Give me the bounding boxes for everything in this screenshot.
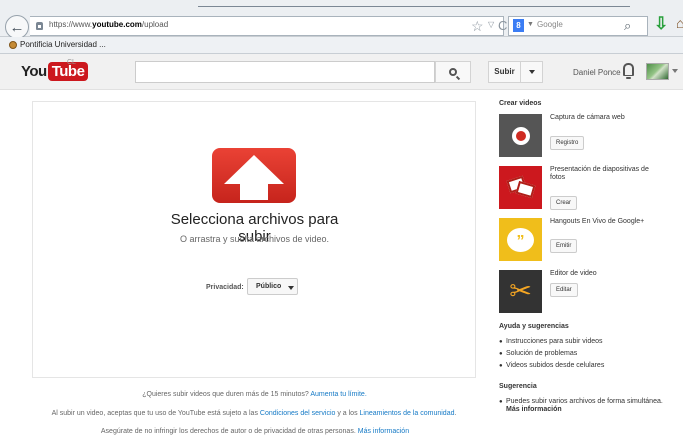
url-text: https://www.youtube.com/upload bbox=[49, 20, 169, 29]
record-button[interactable]: Registro bbox=[550, 136, 585, 150]
region-label: CL bbox=[67, 59, 76, 66]
suggestion-text: ● Puedes subir varios archivos de forma s… bbox=[499, 398, 663, 413]
suggestion-more-info-link[interactable]: Más información bbox=[506, 406, 562, 413]
youtube-logo[interactable]: You Tube bbox=[21, 62, 89, 81]
upload-arrow-stem bbox=[240, 183, 268, 200]
lock-icon bbox=[36, 22, 43, 30]
slideshow-tool: Presentación de diapositivas de fotos Cr… bbox=[499, 166, 683, 210]
upload-arrow-head bbox=[224, 155, 284, 184]
webcam-record-icon[interactable] bbox=[499, 114, 542, 157]
privacy-label: Privacidad: bbox=[206, 284, 244, 291]
search-icon bbox=[449, 68, 457, 76]
help-title: Ayuda y sugerencias bbox=[499, 323, 569, 330]
tool-label: Hangouts En Vivo de Google+ bbox=[550, 218, 645, 225]
tool-label: Presentación de diapositivas de fotos bbox=[550, 166, 649, 181]
privacy-value: Público bbox=[256, 283, 282, 290]
tool-label: Captura de cámara web bbox=[550, 114, 625, 121]
create-videos-title: Crear videos bbox=[499, 100, 542, 107]
increase-limit-link[interactable]: Aumenta tu límite. bbox=[310, 391, 366, 398]
chevron-down-icon bbox=[288, 286, 294, 290]
hangouts-tool: ” Hangouts En Vivo de Google+ Emitir bbox=[499, 218, 683, 261]
tool-label: Editor de video bbox=[550, 270, 597, 277]
more-info-link[interactable]: Más información bbox=[358, 428, 409, 435]
help-link-mobile-uploads[interactable]: ● Videos subidos desde celulares bbox=[499, 362, 676, 370]
bookmark-star-icon[interactable]: ☆ bbox=[471, 18, 484, 35]
edit-button[interactable]: Editar bbox=[550, 283, 578, 297]
video-editor-tool: ✂ Editor de video Editar bbox=[499, 270, 683, 313]
history-dropdown-icon[interactable]: ▽ bbox=[488, 20, 494, 29]
address-bar[interactable]: https://www.youtube.com/upload ☆ ▽ C bbox=[30, 16, 507, 36]
hangouts-icon[interactable]: ” bbox=[499, 218, 542, 261]
terms-text: Al subir un video, aceptas que tu uso de… bbox=[51, 410, 457, 417]
upload-limit-text: ¿Quieres subir videos que duren más de 1… bbox=[142, 391, 367, 398]
help-link-upload[interactable]: ● Instrucciones para subir videos bbox=[499, 338, 676, 346]
copyright-text: Asegúrate de no infringir los derechos d… bbox=[100, 428, 410, 435]
youtube-search-input[interactable] bbox=[135, 61, 435, 83]
upload-subtitle: O arrastra y suelta archivos de video. bbox=[179, 234, 330, 244]
create-sidebar: Crear videos Captura de cámara web Regis… bbox=[499, 0, 683, 448]
bookmark-item[interactable]: Pontificia Universidad ... bbox=[20, 40, 106, 49]
privacy-select[interactable]: Público bbox=[247, 278, 298, 295]
search-button[interactable] bbox=[435, 61, 471, 83]
scissors-icon[interactable]: ✂ bbox=[499, 270, 542, 313]
broadcast-button[interactable]: Emitir bbox=[550, 239, 578, 253]
bookmark-favicon-icon bbox=[9, 41, 17, 49]
create-slideshow-button[interactable]: Crear bbox=[550, 196, 578, 210]
help-link-troubleshooting[interactable]: ● Solución de problemas bbox=[499, 350, 676, 358]
photo-slideshow-icon[interactable] bbox=[499, 166, 542, 209]
back-arrow-icon[interactable]: ← bbox=[5, 15, 29, 39]
community-guidelines-link[interactable]: Lineamientos de la comunidad bbox=[360, 410, 455, 417]
suggestion-title: Sugerencia bbox=[499, 383, 537, 390]
webcam-tool: Captura de cámara web Registro bbox=[499, 114, 683, 157]
terms-link[interactable]: Condiciones del servicio bbox=[260, 410, 335, 417]
